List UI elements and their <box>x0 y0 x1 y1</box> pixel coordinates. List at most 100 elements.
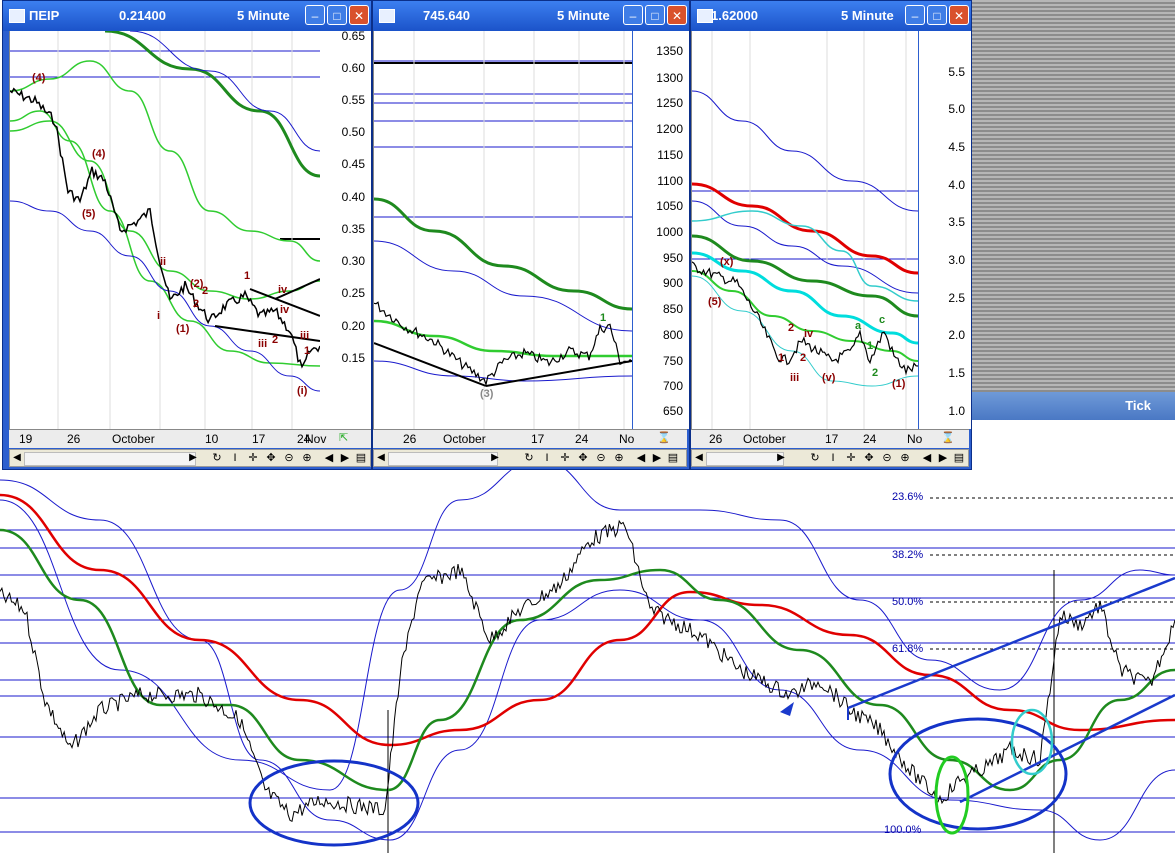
scroll-right-icon[interactable]: ▶ <box>488 451 502 465</box>
x-tick-label: 17 <box>825 432 839 446</box>
minimize-button[interactable]: – <box>623 5 643 25</box>
wave-label: (i) <box>297 385 308 397</box>
scroll-left-icon[interactable]: ◀ <box>374 451 388 465</box>
price-plot[interactable]: 1 (3) <box>373 31 633 429</box>
y-tick-label: 1.0 <box>948 404 965 418</box>
window-toolbar[interactable]: ◀ ▶ ↻ I ✛ ✥ ⊝ ⊕ ◀ ▶ ▤ <box>691 449 969 467</box>
zoom-out-icon[interactable]: ⊝ <box>594 451 608 465</box>
maximize-button[interactable]: □ <box>645 5 665 25</box>
wave-label: 1 <box>244 270 250 282</box>
fib-label-50: 50.0% <box>892 596 924 608</box>
window-price: 745.640 <box>423 8 470 23</box>
main-chart-panel[interactable]: 23.6% 38.2% 50.0% 61.8% 100.0% <box>0 420 1175 853</box>
crosshair-icon[interactable]: ✛ <box>844 451 858 465</box>
scroll-left-icon[interactable]: ◀ <box>920 451 934 465</box>
zoom-out-icon[interactable]: ⊝ <box>880 451 894 465</box>
y-tick-label: 5.0 <box>948 102 965 116</box>
wave-label: (v) <box>822 372 836 384</box>
maximize-button[interactable]: □ <box>927 5 947 25</box>
price-plot-canvas[interactable]: (4)(4)(5)iii(1)(2)221iii 2iviviii1(i) <box>9 29 321 429</box>
sync-icon[interactable]: ↻ <box>210 451 224 465</box>
zoom-in-icon[interactable]: ⊕ <box>300 451 314 465</box>
green-arrows-icon[interactable]: ⇱ <box>339 431 348 444</box>
x-tick-label: 26 <box>403 432 417 446</box>
horizontal-scrollbar[interactable] <box>24 452 196 466</box>
scroll-left-icon[interactable]: ◀ <box>692 451 706 465</box>
price-plot-canvas[interactable]: 1 (3) <box>373 31 633 429</box>
crosshair-icon[interactable]: ✛ <box>246 451 260 465</box>
window-titlebar[interactable]: 745.640 5 Minute – □ ✕ <box>373 1 689 31</box>
horizontal-scrollbar[interactable] <box>388 452 498 466</box>
scroll-left-icon[interactable]: ◀ <box>10 451 24 465</box>
close-button[interactable]: ✕ <box>349 5 369 25</box>
move-icon[interactable]: ✥ <box>862 451 876 465</box>
sync-icon[interactable]: ↻ <box>522 451 536 465</box>
y-tick-label: 950 <box>662 251 683 265</box>
panel-icon[interactable]: ▤ <box>952 451 966 465</box>
y-tick-label: 1100 <box>657 174 683 188</box>
panel-icon[interactable]: ▤ <box>354 451 368 465</box>
window-titlebar[interactable]: 1.62000 5 Minute – □ ✕ <box>691 1 971 31</box>
sync-icon[interactable]: ↻ <box>808 451 822 465</box>
window-toolbar[interactable]: ◀ ▶ ↻ I ✛ ✥ ⊝ ⊕ ◀ ▶ ▤ <box>373 449 687 467</box>
x-tick-label: No <box>907 432 923 446</box>
minimize-button[interactable]: – <box>305 5 325 25</box>
cursor-icon[interactable]: I <box>826 451 840 465</box>
x-tick-label: Nov <box>305 432 327 446</box>
price-plot[interactable]: (x) (5) iv 2 1 2 iii (v) a c 1 2 (1) <box>691 31 919 429</box>
zoom-in-icon[interactable]: ⊕ <box>612 451 626 465</box>
y-tick-label: 0.20 <box>341 319 365 333</box>
scroll-right-icon[interactable]: ▶ <box>774 451 788 465</box>
window-titlebar[interactable]: ΠΕΙΡ 0.21400 5 Minute – □ ✕ <box>3 1 371 31</box>
green-ma-short <box>373 319 632 358</box>
scroll-right-icon[interactable]: ▶ <box>936 451 950 465</box>
y-tick-label: 1200 <box>656 122 683 136</box>
close-button[interactable]: ✕ <box>667 5 687 25</box>
close-button[interactable]: ✕ <box>949 5 969 25</box>
horizontal-scrollbar[interactable] <box>706 452 784 466</box>
wave-label: 2 <box>872 367 878 379</box>
y-tick-label: 1150 <box>657 148 683 162</box>
red-hourglass-icon[interactable]: ⌛ <box>657 431 671 444</box>
y-tick-label: 900 <box>662 276 683 290</box>
main-upper-band <box>0 459 1175 791</box>
y-tick-label: 0.40 <box>341 190 365 204</box>
y-tick-label: 0.25 <box>341 286 365 300</box>
tick-window-titlebar[interactable]: Tick <box>972 392 1175 420</box>
scroll-right-icon[interactable]: ▶ <box>338 451 352 465</box>
scroll-left-icon[interactable]: ◀ <box>322 451 336 465</box>
chart-window-peir[interactable]: ΠΕΙΡ 0.21400 5 Minute – □ ✕ (4) (4) (5) ii i… <box>2 0 372 470</box>
crosshair-icon[interactable]: ✛ <box>558 451 572 465</box>
scroll-right-icon[interactable]: ▶ <box>650 451 664 465</box>
move-icon[interactable]: ✥ <box>264 451 278 465</box>
x-tick-label: 19 <box>19 432 33 446</box>
move-icon[interactable]: ✥ <box>576 451 590 465</box>
window-toolbar[interactable]: ◀ ▶ ↻ I ✛ ✥ ⊝ ⊕ ◀ ▶ ▤ <box>9 449 371 467</box>
chart-window-index[interactable]: 745.640 5 Minute – □ ✕ 1 (3) 1350 1300 1250… <box>372 0 690 470</box>
y-tick-label: 4.0 <box>948 178 965 192</box>
cursor-icon[interactable]: I <box>540 451 554 465</box>
wave-label: c <box>879 314 885 326</box>
chart-window-third[interactable]: 1.62000 5 Minute – □ ✕ (x) (5) iv 2 1 2 iii (v)… <box>690 0 972 470</box>
y-axis: 5.5 5.0 4.5 4.0 3.5 3.0 2.5 2.0 1.5 1.0 <box>919 31 971 429</box>
wave-label: iii <box>300 330 309 342</box>
panel-icon[interactable]: ▤ <box>666 451 680 465</box>
window-symbol: ΠΕΙΡ <box>29 8 60 23</box>
main-chart-canvas[interactable] <box>0 420 1175 853</box>
y-tick-label: 700 <box>662 379 683 393</box>
scroll-left-icon[interactable]: ◀ <box>634 451 648 465</box>
wave-label: iv <box>804 328 814 340</box>
minimize-button[interactable]: – <box>905 5 925 25</box>
maximize-button[interactable]: □ <box>327 5 347 25</box>
zoom-in-icon[interactable]: ⊕ <box>898 451 912 465</box>
price-plot[interactable]: (4) (4) (5) ii i (1) (2) 2 2 1 iii 2 iv iv iii 1 (i) <box>9 29 321 429</box>
window-price: 1.62000 <box>711 8 758 23</box>
zoom-out-icon[interactable]: ⊝ <box>282 451 296 465</box>
green-hourglass-icon[interactable]: ⌛ <box>941 431 955 444</box>
cursor-icon[interactable]: I <box>228 451 242 465</box>
window-icon <box>379 9 395 23</box>
x-tick-label: 10 <box>205 432 219 446</box>
price-plot-canvas[interactable]: (x)(5)iv21 2iii (v)a c12(1) <box>691 31 919 429</box>
fib-label-100: 100.0% <box>884 824 922 836</box>
scroll-right-icon[interactable]: ▶ <box>186 451 200 465</box>
